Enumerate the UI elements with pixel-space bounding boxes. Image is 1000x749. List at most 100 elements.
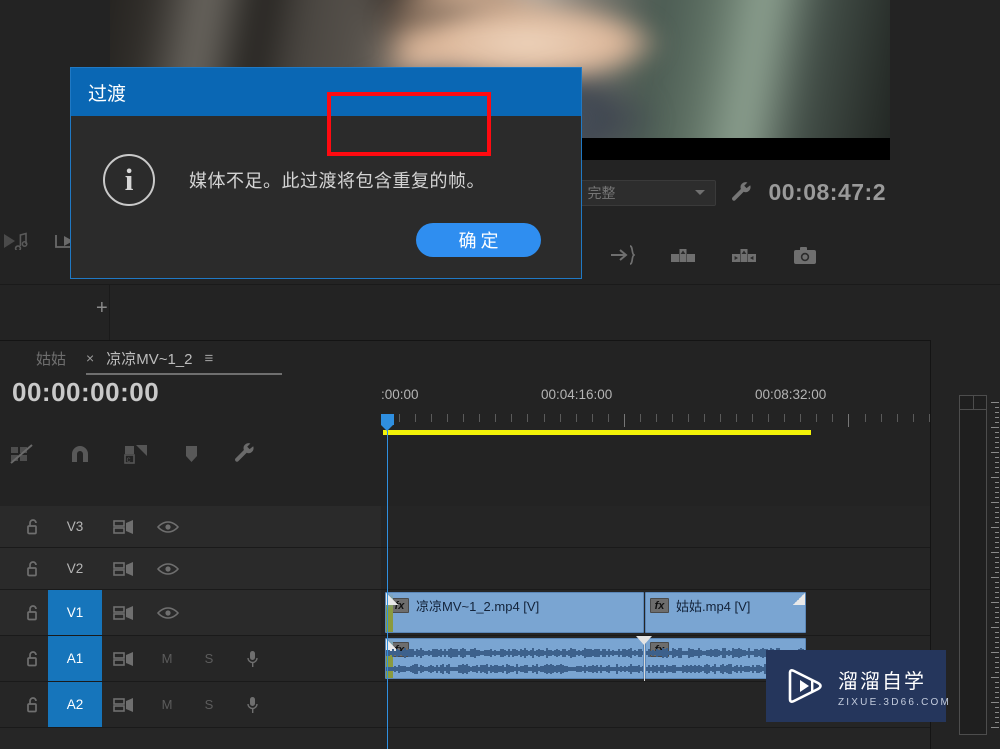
fx-badge[interactable]: fx: [650, 598, 669, 613]
clip-audio-1[interactable]: fx: [385, 638, 644, 679]
audio-waveform-icon[interactable]: [4, 231, 30, 255]
ruler-label-0: :00:00: [381, 387, 419, 402]
insert-overwrite-icon[interactable]: [10, 443, 36, 470]
microphone-icon[interactable]: [230, 696, 274, 714]
info-icon: i: [103, 154, 155, 206]
premiere-pro-window: 完整 00:08:47:2 + 姑姑 × 凉凉MV~1_2 ≡ 00:00:00…: [0, 0, 1000, 749]
timeline-settings-wrench-icon[interactable]: [233, 442, 257, 471]
clip-video-1[interactable]: fx 凉凉MV~1_2.mp4 [V]: [385, 592, 644, 633]
ruler-label-2: 00:08:32:00: [755, 387, 827, 402]
ruler-label-1: 00:04:16:00: [541, 387, 613, 402]
sync-lock-icon[interactable]: [102, 605, 146, 621]
ok-button[interactable]: 确定: [416, 223, 541, 257]
track-name-a2[interactable]: A2: [48, 682, 102, 727]
sync-lock-icon[interactable]: [102, 519, 146, 535]
audio-meter-header: [960, 396, 986, 410]
panel-divider-horizontal: [0, 284, 1000, 285]
panel-divider-vertical: [109, 285, 110, 340]
track-name-v3[interactable]: V3: [48, 506, 102, 547]
solo-button[interactable]: S: [188, 697, 230, 712]
unlock-icon[interactable]: [0, 696, 48, 713]
mute-button[interactable]: M: [146, 651, 188, 666]
track-name-v1[interactable]: V1: [48, 590, 102, 635]
eye-icon[interactable]: [146, 606, 190, 620]
track-name-a1[interactable]: A1: [48, 636, 102, 681]
track-row: V2: [0, 548, 930, 590]
watermark-title: 溜溜自学: [838, 670, 926, 693]
track-body-v3[interactable]: [381, 506, 930, 547]
unlock-icon[interactable]: [0, 560, 48, 577]
solo-button[interactable]: S: [188, 651, 230, 666]
timeline-playhead-timecode[interactable]: 00:00:00:00: [12, 377, 159, 408]
track-header-v1[interactable]: V1: [0, 590, 381, 635]
track-header-a2[interactable]: A2 M S: [0, 682, 381, 727]
settings-wrench-icon[interactable]: [730, 181, 754, 205]
audio-meter-bars[interactable]: [959, 395, 987, 735]
track-header-a3[interactable]: [0, 728, 381, 749]
transition-warning-dialog: 过渡 i 媒体不足。此过渡将包含重复的帧。 确定: [70, 67, 582, 279]
tab-gugu[interactable]: 姑姑: [22, 348, 80, 369]
playhead-handle[interactable]: [381, 414, 394, 431]
tab-active-underline: [86, 373, 283, 375]
monitor-right-gutter: [890, 0, 1000, 285]
playhead-line: [386, 429, 388, 749]
go-to-out-button[interactable]: [609, 242, 635, 268]
ruler-tick-marks: [381, 414, 930, 428]
linked-selection-icon[interactable]: c: [124, 443, 150, 470]
tab-liangliang[interactable]: × 凉凉MV~1_2 ≡: [80, 341, 283, 375]
transition-marker-icon: [636, 636, 652, 645]
dialog-message: 媒体不足。此过渡将包含重复的帧。: [189, 171, 485, 191]
clip-label: 姑姑.mp4 [V]: [676, 599, 751, 614]
close-icon[interactable]: ×: [86, 351, 94, 365]
track-header-v3[interactable]: V3: [0, 506, 381, 547]
annotation-highlight-box: [327, 92, 491, 156]
watermark-url: ZIXUE.3D66.COM: [838, 696, 952, 708]
timeline-ruler[interactable]: :00:00 00:04:16:00 00:08:32:00: [381, 377, 930, 437]
chevron-down-icon: [695, 190, 706, 195]
work-area-bar[interactable]: [383, 430, 811, 435]
export-frame-camera-icon[interactable]: [792, 242, 818, 268]
clip-corner-right: [793, 593, 805, 605]
track-body-a3[interactable]: [381, 728, 930, 749]
button-editor-add-icon[interactable]: +: [96, 297, 108, 320]
zoom-level-label: 完整: [587, 184, 616, 201]
eye-icon[interactable]: [146, 562, 190, 576]
dialog-title-bar: 过渡: [71, 68, 581, 116]
unlock-icon[interactable]: [0, 604, 48, 621]
marker-icon[interactable]: [183, 444, 200, 469]
watermark: 溜溜自学 ZIXUE.3D66.COM: [766, 650, 949, 722]
dialog-body: i 媒体不足。此过渡将包含重复的帧。 确定: [71, 116, 581, 279]
sync-lock-icon[interactable]: [102, 697, 146, 713]
track-name-v2[interactable]: V2: [48, 548, 102, 589]
timeline-tab-bar: 姑姑 × 凉凉MV~1_2 ≡: [0, 341, 930, 375]
audio-waveform: [386, 639, 643, 678]
clip-label: 凉凉MV~1_2.mp4 [V]: [416, 599, 540, 614]
mute-button[interactable]: M: [146, 697, 188, 712]
panel-menu-icon[interactable]: ≡: [205, 351, 214, 366]
track-row: V3: [0, 506, 930, 548]
unlock-icon[interactable]: [0, 518, 48, 535]
sync-lock-icon[interactable]: [102, 561, 146, 577]
audio-meter-scale: [990, 402, 999, 732]
svg-text:c: c: [127, 455, 131, 464]
unlock-icon[interactable]: [0, 650, 48, 667]
sync-lock-icon[interactable]: [102, 651, 146, 667]
track-header-v2[interactable]: V2: [0, 548, 381, 589]
clip-video-2[interactable]: fx 姑姑.mp4 [V]: [645, 592, 806, 633]
microphone-icon[interactable]: [230, 650, 274, 668]
track-body-v2[interactable]: [381, 548, 930, 589]
timeline-tool-strip: c: [10, 439, 310, 473]
dialog-title: 过渡: [88, 83, 127, 105]
eye-icon[interactable]: [146, 520, 190, 534]
zoom-level-dropdown[interactable]: 完整: [576, 179, 717, 206]
tab-label: 凉凉MV~1_2: [106, 350, 193, 368]
lift-button[interactable]: [670, 242, 696, 268]
track-row: V1 fx 凉凉MV~1_2.mp4 [V] fx 姑姑.mp4 [V]: [0, 590, 930, 636]
track-header-a1[interactable]: A1 M S: [0, 636, 381, 681]
track-body-v1[interactable]: fx 凉凉MV~1_2.mp4 [V] fx 姑姑.mp4 [V]: [381, 590, 930, 635]
program-timecode[interactable]: 00:08:47:2: [768, 179, 886, 206]
audio-meter-divider: [973, 396, 974, 410]
magnet-icon[interactable]: [69, 443, 91, 470]
extract-button[interactable]: [731, 242, 757, 268]
play-logo-icon: [784, 665, 826, 707]
